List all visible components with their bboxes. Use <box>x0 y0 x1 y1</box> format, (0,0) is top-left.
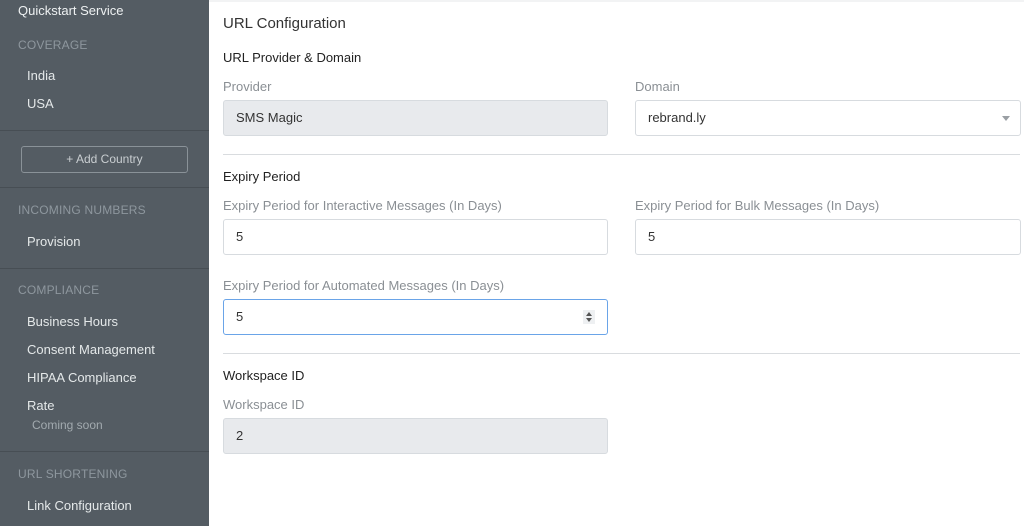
section-title-workspace-id: Workspace ID <box>223 368 305 383</box>
automated-expiry-label: Expiry Period for Automated Messages (In… <box>223 278 505 293</box>
sidebar-heading-compliance: COMPLIANCE <box>18 283 100 297</box>
page-title: URL Configuration <box>223 15 346 32</box>
provider-label: Provider <box>223 79 272 94</box>
provider-value: SMS Magic <box>236 110 303 125</box>
sidebar-item-link-configuration[interactable]: Link Configuration <box>27 498 132 513</box>
sidebar-divider <box>0 130 209 131</box>
section-title-expiry-period: Expiry Period <box>223 169 301 184</box>
sidebar-divider <box>0 187 209 188</box>
workspace-id-field: 2 <box>223 418 608 454</box>
sidebar-item-consent-management[interactable]: Consent Management <box>27 342 155 357</box>
domain-select[interactable]: rebrand.ly <box>635 100 1021 136</box>
interactive-expiry-label: Expiry Period for Interactive Messages (… <box>223 198 502 213</box>
section-title-provider-domain: URL Provider & Domain <box>223 50 362 65</box>
rate-coming-soon-label: Coming soon <box>32 418 103 432</box>
bulk-expiry-input[interactable]: 5 <box>635 219 1021 255</box>
chevron-down-icon <box>1002 116 1010 121</box>
add-country-button[interactable]: + Add Country <box>21 146 188 173</box>
main-content: URL Configuration URL Provider & Domain … <box>209 0 1024 526</box>
automated-expiry-input[interactable]: 5 <box>223 299 608 335</box>
sidebar-item-usa[interactable]: USA <box>27 96 54 111</box>
sidebar-heading-incoming-numbers: INCOMING NUMBERS <box>18 203 146 217</box>
sidebar-divider <box>0 451 209 452</box>
interactive-expiry-value: 5 <box>236 229 244 244</box>
workspace-id-label: Workspace ID <box>223 397 305 412</box>
sidebar-item-india[interactable]: India <box>27 68 55 83</box>
workspace-id-value: 2 <box>236 428 244 443</box>
sidebar-heading-url-shortening: URL SHORTENING <box>18 467 128 481</box>
automated-expiry-value: 5 <box>236 309 244 324</box>
sidebar-item-hipaa-compliance[interactable]: HIPAA Compliance <box>27 370 137 385</box>
sidebar-item-rate[interactable]: Rate <box>27 398 54 413</box>
bulk-expiry-value: 5 <box>648 229 656 244</box>
provider-field: SMS Magic <box>223 100 608 136</box>
sidebar-item-provision[interactable]: Provision <box>27 234 80 249</box>
sidebar-item-quickstart-service[interactable]: Quickstart Service <box>18 3 123 18</box>
top-border <box>209 0 1024 2</box>
section-divider <box>223 154 1020 155</box>
section-divider <box>223 353 1020 354</box>
sidebar-item-business-hours[interactable]: Business Hours <box>27 314 118 329</box>
domain-value: rebrand.ly <box>648 110 706 125</box>
number-spinner-icon[interactable] <box>583 310 595 324</box>
sidebar-heading-coverage: COVERAGE <box>18 38 88 52</box>
interactive-expiry-input[interactable]: 5 <box>223 219 608 255</box>
sidebar-divider <box>0 268 209 269</box>
bulk-expiry-label: Expiry Period for Bulk Messages (In Days… <box>635 198 880 213</box>
sidebar: Quickstart Service COVERAGE India USA + … <box>0 0 209 526</box>
domain-label: Domain <box>635 79 680 94</box>
